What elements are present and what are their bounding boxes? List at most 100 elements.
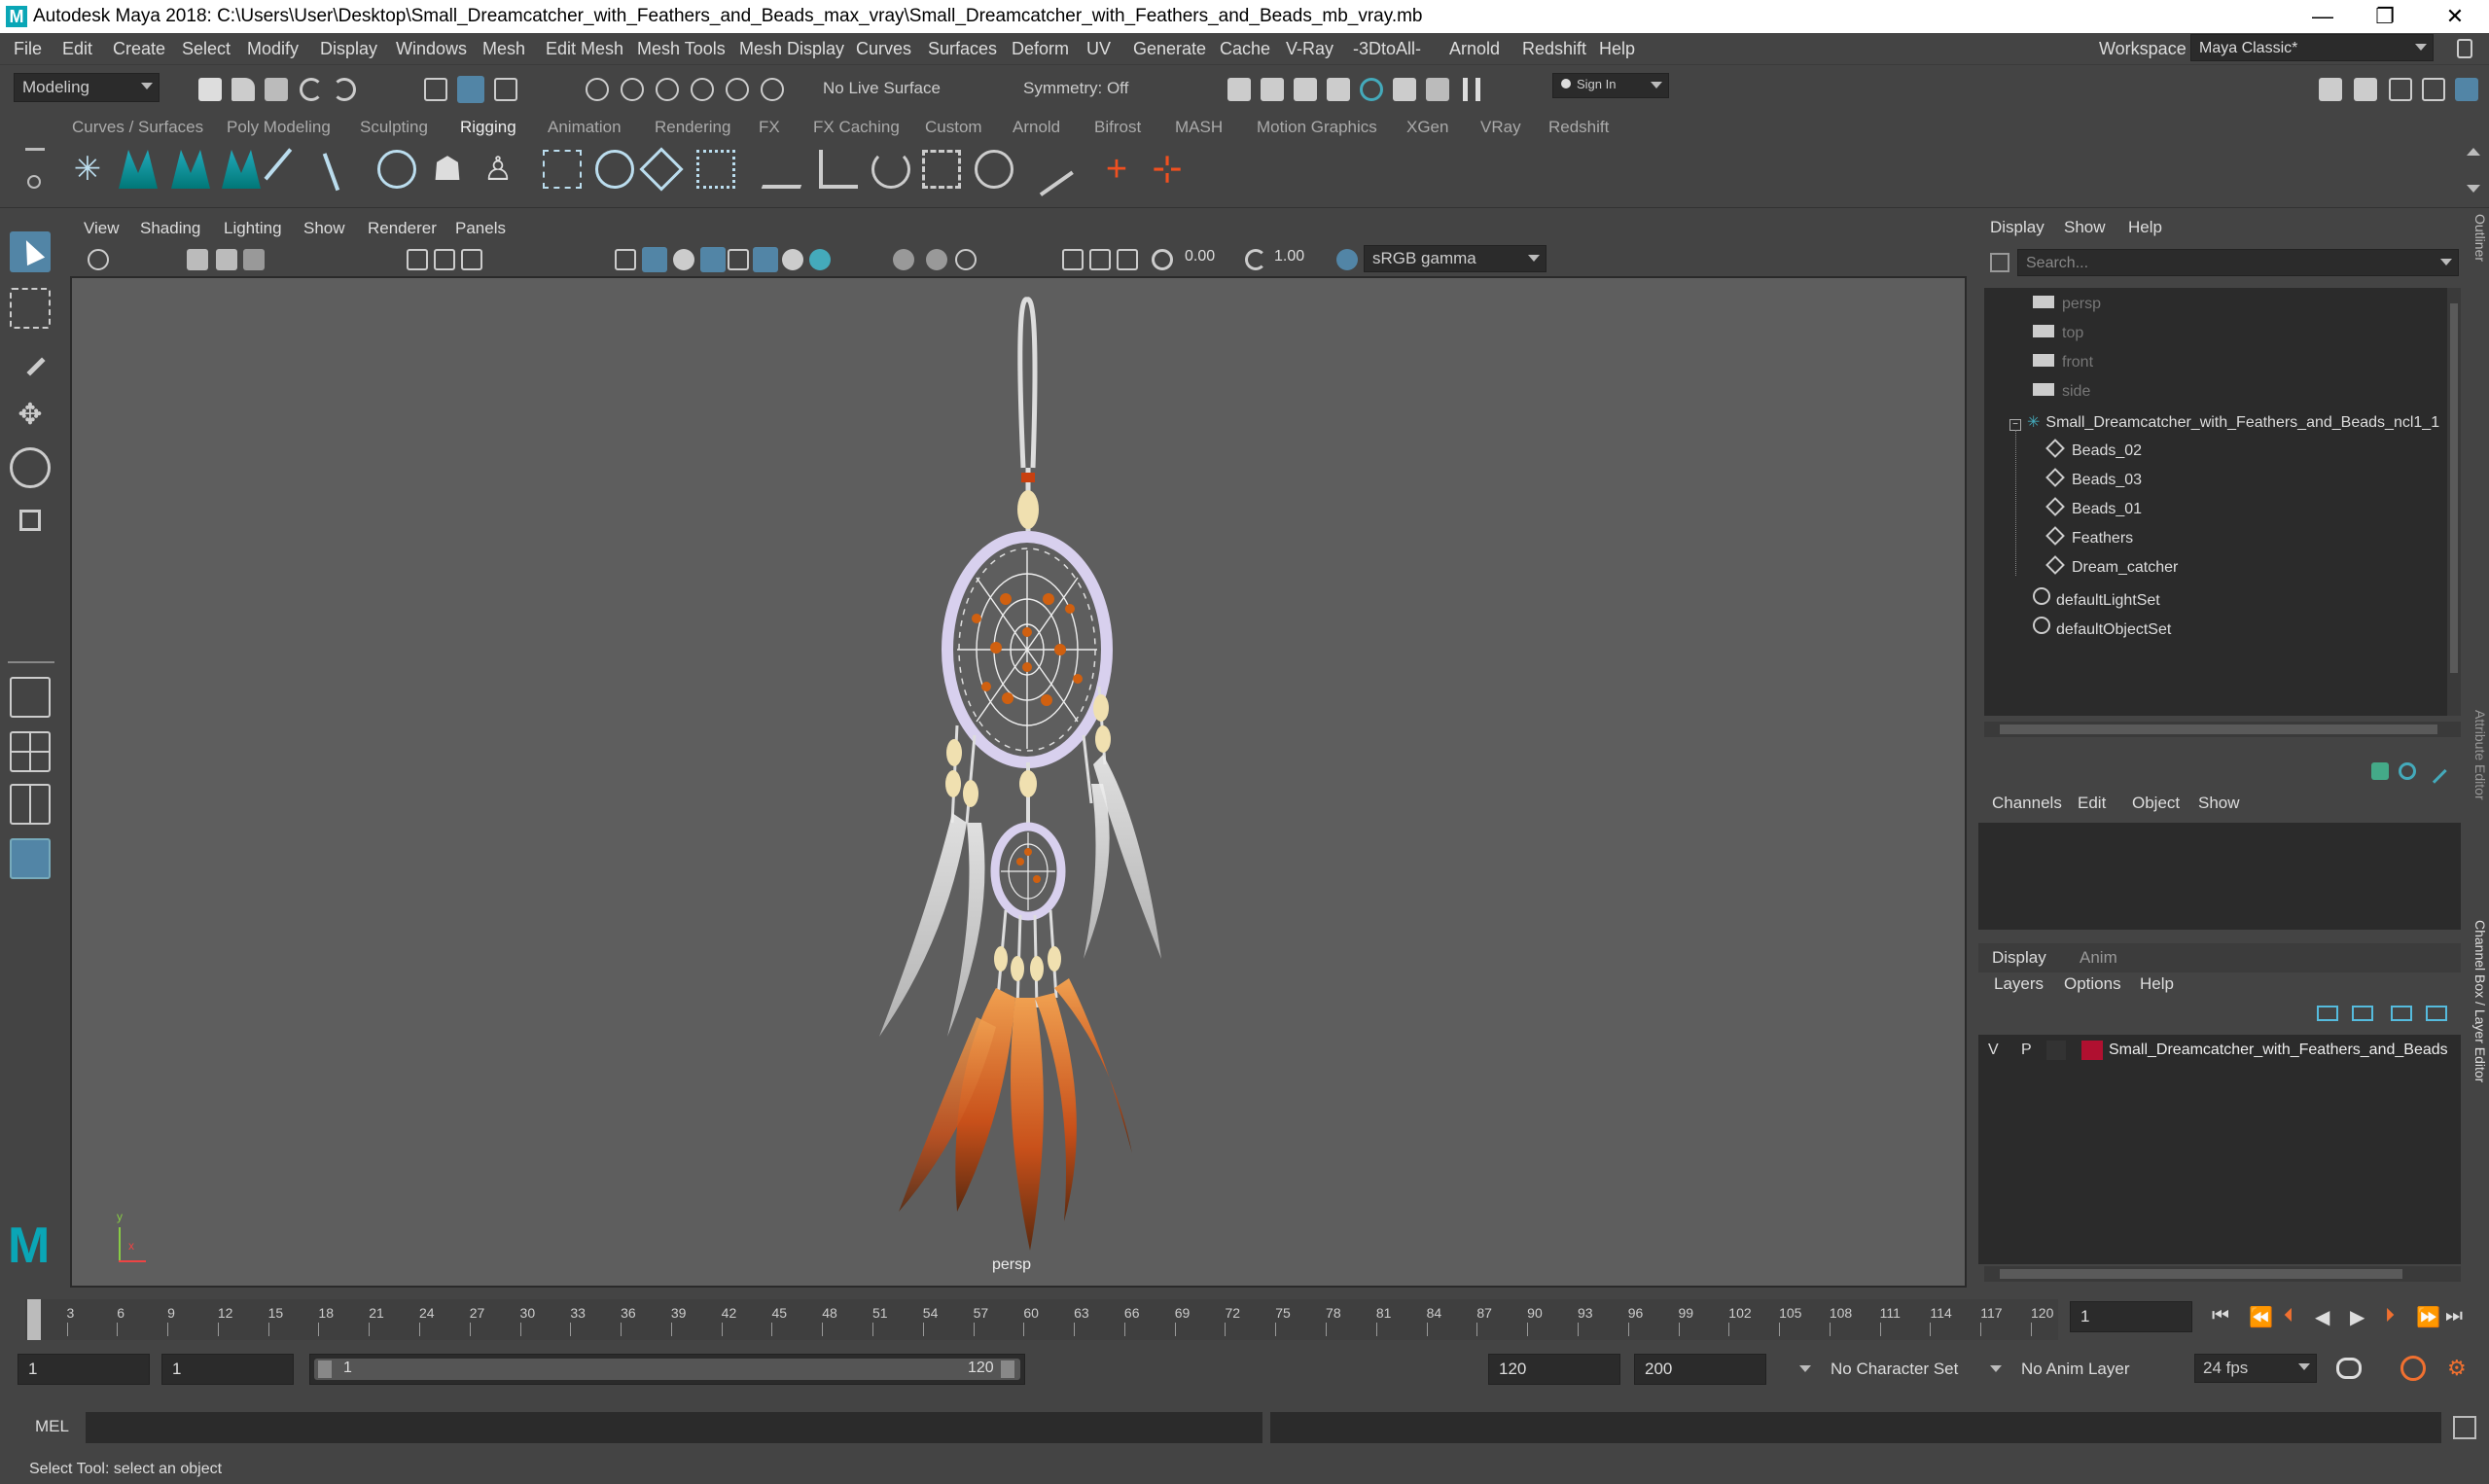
- current-frame-field[interactable]: 1: [2070, 1301, 2192, 1332]
- orient-joint-icon[interactable]: [322, 147, 355, 192]
- sign-in-dropdown[interactable]: Sign In: [1552, 73, 1669, 98]
- single-perspective-layout-icon[interactable]: [10, 677, 51, 718]
- anim-layer-dropdown[interactable]: No Anim Layer: [1980, 1356, 2161, 1385]
- layer-menu-help[interactable]: Help: [2140, 974, 2174, 994]
- animation-start-field[interactable]: 1: [18, 1354, 150, 1385]
- menu-mesh-tools[interactable]: Mesh Tools: [637, 39, 726, 59]
- outliner-item-front[interactable]: front: [2033, 354, 2093, 371]
- scale-constraint-icon[interactable]: [922, 150, 961, 189]
- outliner-menu-display[interactable]: Display: [1990, 218, 2045, 237]
- menu-mesh[interactable]: Mesh: [482, 39, 525, 59]
- gamma-icon[interactable]: [1245, 249, 1266, 270]
- new-scene-icon[interactable]: [198, 78, 222, 101]
- outliner-item-side[interactable]: side: [2033, 383, 2090, 401]
- mode-dropdown[interactable]: Modeling: [14, 73, 160, 102]
- symmetry-field[interactable]: Symmetry: Off: [1015, 75, 1171, 102]
- menu-arnold[interactable]: Arnold: [1449, 39, 1500, 59]
- play-forwards-icon[interactable]: ▶: [2350, 1305, 2365, 1329]
- vray-framebuffer-icon[interactable]: [1426, 78, 1449, 101]
- layer-playback-toggle[interactable]: P: [2021, 1042, 2032, 1059]
- new-layer-selected-icon[interactable]: [2426, 1006, 2447, 1021]
- new-empty-layer-icon[interactable]: [2391, 1006, 2412, 1021]
- play-backwards-icon[interactable]: ◀: [2315, 1305, 2329, 1329]
- channels-menu-edit[interactable]: Edit: [2078, 794, 2106, 813]
- side-tab-channel-box[interactable]: Channel Box / Layer Editor: [2469, 920, 2488, 1118]
- display-layer-row[interactable]: V P Small_Dreamcatcher_with_Feathers_and…: [1978, 1035, 2461, 1066]
- layer-color-swatch[interactable]: [2081, 1041, 2103, 1060]
- workspace-dropdown[interactable]: Maya Classic*: [2190, 34, 2434, 61]
- modeling-toolkit-icon[interactable]: [2319, 78, 2342, 101]
- layer-tab-anim[interactable]: Anim: [2080, 948, 2117, 968]
- channels-menu-channels[interactable]: Channels: [1992, 794, 2062, 813]
- shelf-tab-rendering[interactable]: Rendering: [655, 118, 730, 137]
- layer-horizontal-scrollbar[interactable]: [1984, 1266, 2461, 1282]
- menu-curves[interactable]: Curves: [856, 39, 911, 59]
- insert-joint-icon[interactable]: [222, 150, 261, 189]
- shelf-tab-fx-caching[interactable]: FX Caching: [813, 118, 900, 137]
- layer-tab-display[interactable]: Display: [1992, 948, 2046, 968]
- menu-deform[interactable]: Deform: [1012, 39, 1069, 59]
- shelf-tab-custom[interactable]: Custom: [925, 118, 982, 137]
- sync-icon[interactable]: [2399, 762, 2416, 780]
- hypershade-icon[interactable]: [1360, 78, 1383, 101]
- two-view-layout-icon[interactable]: [10, 784, 51, 825]
- snap-grid-icon[interactable]: [586, 78, 609, 101]
- render-view-icon[interactable]: [1393, 78, 1416, 101]
- outliner-item-beads-01[interactable]: Beads_01: [2045, 497, 2142, 518]
- shelf-tab-vray[interactable]: VRay: [1480, 118, 1521, 137]
- maximize-button[interactable]: ❐: [2360, 2, 2410, 31]
- grid-icon[interactable]: [407, 249, 428, 270]
- range-slider-bar[interactable]: 1 120: [309, 1354, 1025, 1385]
- wireframe-on-shaded-icon[interactable]: [673, 249, 694, 270]
- render-settings-icon[interactable]: [1327, 78, 1350, 101]
- select-camera-icon[interactable]: [88, 249, 109, 270]
- snap-surface-icon[interactable]: [726, 78, 749, 101]
- layer-menu-options[interactable]: Options: [2064, 974, 2121, 994]
- outliner-item-beads-03[interactable]: Beads_03: [2045, 468, 2142, 489]
- open-scene-icon[interactable]: [231, 78, 255, 101]
- smooth-shade-icon[interactable]: [642, 247, 667, 272]
- parent-constraint-icon[interactable]: [975, 150, 1013, 189]
- orient-constraint-icon[interactable]: [871, 150, 910, 189]
- step-back-key-icon[interactable]: ⏪: [2249, 1305, 2273, 1329]
- xray-icon[interactable]: [1089, 249, 1111, 270]
- shelf-scroll-up-icon[interactable]: [2467, 148, 2480, 156]
- bind-skin-icon[interactable]: [377, 150, 416, 189]
- shelf-settings-icon[interactable]: [27, 175, 41, 189]
- close-button[interactable]: ✕: [2430, 2, 2480, 31]
- outliner-item-dreamcatcher-group[interactable]: − ✳ Small_Dreamcatcher_with_Feathers_and_B…: [2009, 412, 2439, 432]
- paint-select-tool-icon[interactable]: [10, 340, 51, 381]
- layer-visibility-toggle[interactable]: V: [1988, 1042, 1999, 1059]
- camera-attributes-icon[interactable]: [187, 249, 208, 270]
- outliner-search-field[interactable]: Search...: [2017, 249, 2459, 276]
- depth-of-field-icon[interactable]: [955, 249, 977, 270]
- ipr-render-icon[interactable]: [1294, 78, 1317, 101]
- outliner-item-feathers[interactable]: Feathers: [2045, 526, 2133, 548]
- snap-live-icon[interactable]: [761, 78, 784, 101]
- range-left-grip[interactable]: [318, 1360, 332, 1378]
- film-gate-icon[interactable]: [434, 249, 455, 270]
- gamma-field[interactable]: 1.00: [1268, 245, 1329, 272]
- script-editor-icon[interactable]: [2453, 1416, 2476, 1439]
- minimize-button[interactable]: —: [2297, 2, 2348, 31]
- undo-icon[interactable]: [300, 78, 323, 101]
- select-tool-icon[interactable]: [10, 231, 51, 272]
- step-back-frame-icon[interactable]: ⏴: [2284, 1305, 2293, 1327]
- shelf-tab-redshift[interactable]: Redshift: [1548, 118, 1609, 137]
- menu-select[interactable]: Select: [182, 39, 231, 59]
- move-layer-up-icon[interactable]: [2317, 1006, 2338, 1021]
- create-cluster-icon[interactable]: [543, 150, 582, 189]
- create-lattice-icon[interactable]: [595, 150, 634, 189]
- menu-vray[interactable]: V-Ray: [1286, 39, 1333, 59]
- menu-display[interactable]: Display: [320, 39, 377, 59]
- command-input[interactable]: [86, 1412, 1262, 1443]
- use-all-lights-icon[interactable]: [728, 249, 749, 270]
- move-tool-icon[interactable]: ✥: [10, 395, 51, 436]
- color-management-icon[interactable]: [1336, 249, 1358, 270]
- outliner-layout-icon[interactable]: [10, 838, 51, 879]
- go-to-start-icon[interactable]: ⏮: [2212, 1305, 2229, 1327]
- motion-blur-icon[interactable]: [893, 249, 914, 270]
- snap-point-icon[interactable]: [656, 78, 679, 101]
- move-layer-down-icon[interactable]: [2352, 1006, 2373, 1021]
- shelf-tab-bifrost[interactable]: Bifrost: [1094, 118, 1141, 137]
